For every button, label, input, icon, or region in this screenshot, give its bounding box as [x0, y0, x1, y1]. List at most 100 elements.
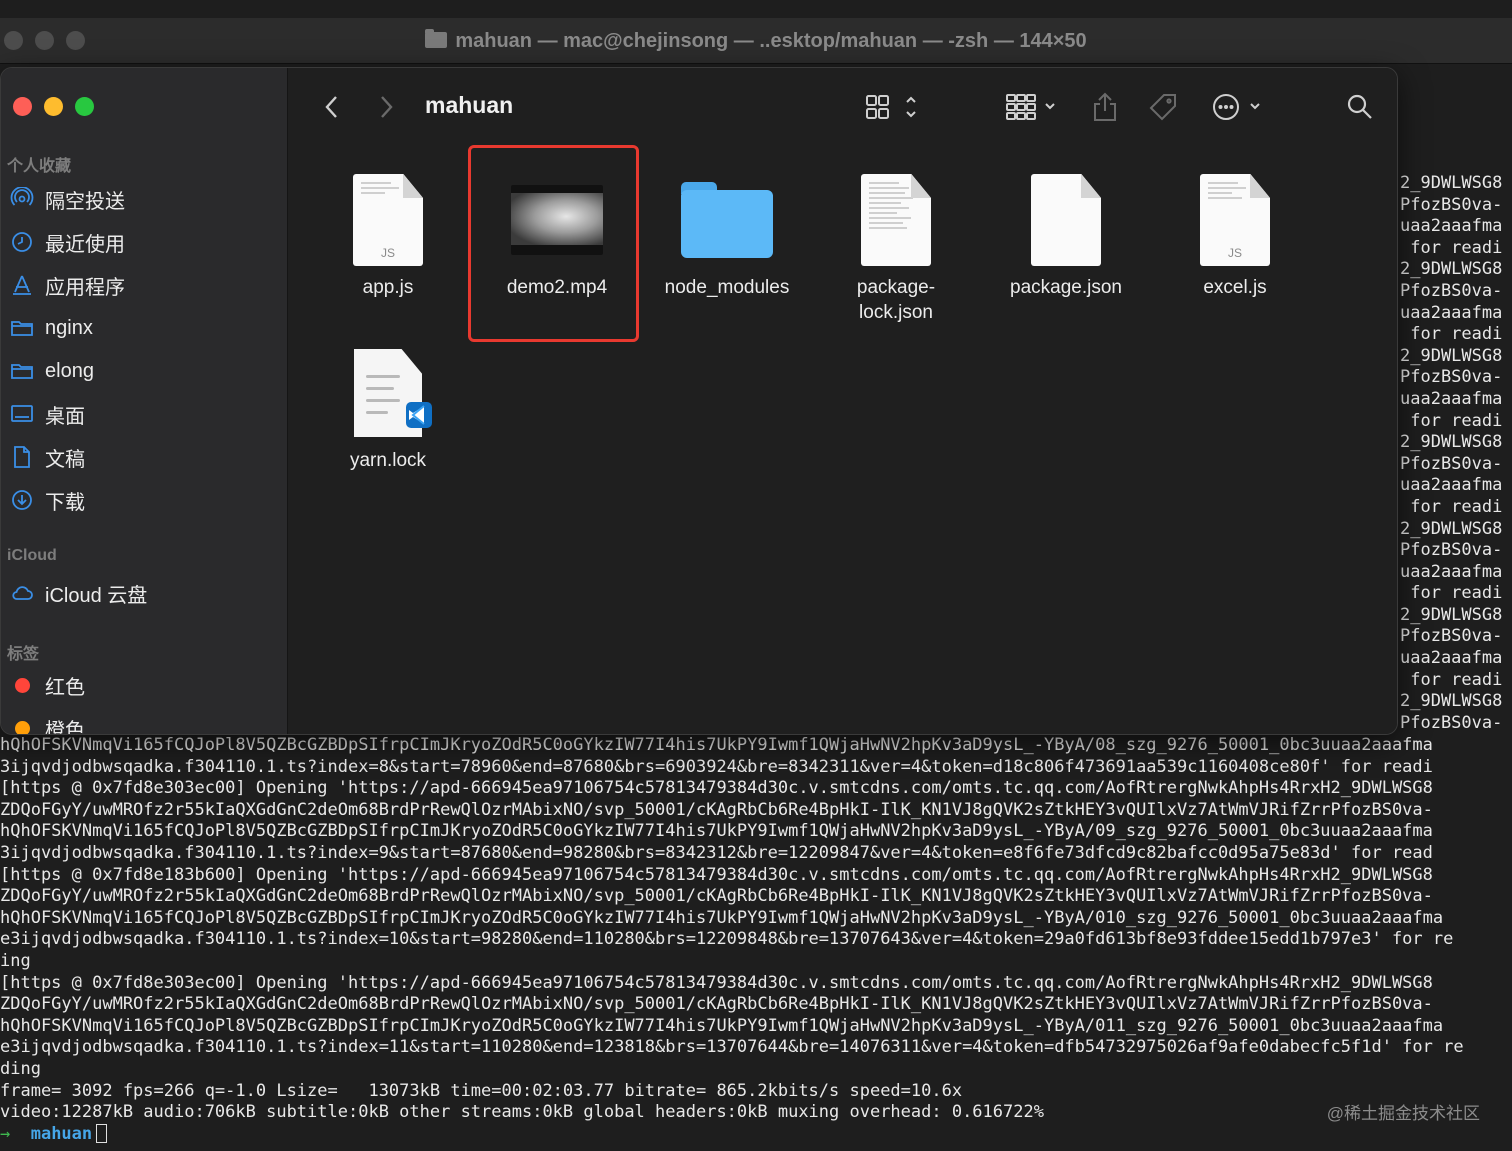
terminal-line: hQhOFSKVNmqVi165fCQJoPl8V5QZBcGZBDpSIfrp… [0, 1015, 1444, 1036]
prompt-arrow: → [0, 1123, 11, 1144]
back-button[interactable] [319, 90, 345, 124]
group-grid-icon [1006, 94, 1055, 120]
sidebar-item-desktop[interactable]: 桌面 [9, 397, 85, 431]
terminal-line: [https @ 0x7fd8e303ec00] Opening 'https:… [0, 778, 1433, 799]
group-by-button[interactable] [1005, 90, 1061, 124]
terminal-line-fragment: PfozBS0va- [1400, 453, 1503, 474]
close-button[interactable] [13, 97, 32, 116]
tag-icon [1149, 94, 1176, 121]
sidebar-item-downloads[interactable]: 下载 [9, 483, 85, 517]
sidebar-item-label: 文稿 [45, 448, 85, 471]
sidebar-item-airdrop[interactable]: 隔空投送 [9, 182, 125, 216]
terminal-line-fragment: 2_9DWLWSG8 [1400, 432, 1503, 453]
folder-title: mahuan [425, 92, 514, 118]
sidebar-item-label: elong [45, 359, 94, 382]
terminal-titlebar: mahuan — mac@chejinsong — ..esktop/mahua… [0, 18, 1512, 64]
terminal-line: frame= 3092 fps=266 q=-1.0 Lsize= 13073k… [0, 1080, 963, 1101]
zoom-button[interactable] [75, 97, 94, 116]
folder-icon [642, 165, 812, 275]
search-icon [1347, 94, 1372, 119]
chevron-left-icon [325, 96, 337, 118]
terminal-line: 3ijqvdjodbwsqadka.f304110.1.ts?index=8&s… [0, 756, 1433, 777]
terminal-line-fragment: 2_9DWLWSG8 [1400, 518, 1503, 539]
terminal-line: hQhOFSKVNmqVi165fCQJoPl8V5QZBcGZBDpSIfrp… [0, 821, 1433, 842]
tag-button[interactable] [1147, 90, 1179, 124]
terminal-line: [https @ 0x7fd8e303ec00] Opening 'https:… [0, 972, 1433, 993]
forward-button[interactable] [373, 90, 399, 124]
terminal-line-fragment: PfozBS0va- [1400, 367, 1503, 388]
sidebar-item-elong[interactable]: elong [9, 354, 94, 388]
sidebar-tag-orange[interactable]: 橙色 [9, 711, 85, 734]
sidebar-item-icloud-drive[interactable]: iCloud 云盘 [9, 576, 147, 610]
file-item[interactable]: package.json [981, 165, 1151, 300]
icloud-header: iCloud [7, 547, 57, 564]
sidebar-item-label: iCloud 云盘 [45, 584, 148, 607]
terminal-line: hQhOFSKVNmqVi165fCQJoPl8V5QZBcGZBDpSIfrp… [0, 735, 1433, 755]
terminal-line-fragment: 2_9DWLWSG8 [1400, 173, 1503, 193]
file-item[interactable]: package- lock.json [811, 165, 981, 325]
terminal-line: [https @ 0x7fd8e183b600] Opening 'https:… [0, 864, 1433, 885]
file-name: node_modules [664, 277, 790, 298]
terminal-line: e3ijqvdjodbwsqadka.f304110.1.ts?index=11… [0, 1037, 1464, 1058]
sidebar-item-label: 红色 [45, 676, 85, 699]
file-name: package- lock.json [856, 277, 936, 323]
file-name: excel.js [1203, 277, 1267, 298]
share-button[interactable] [1091, 90, 1119, 124]
terminal-line-fragment: for readi [1400, 324, 1503, 345]
terminal-line-fragment: for readi [1400, 237, 1503, 258]
sidebar-item-recents[interactable]: 最近使用 [9, 225, 125, 259]
terminal-line-fragment: for readi [1400, 583, 1503, 604]
json-file-icon [811, 165, 981, 275]
terminal-title-text: mahuan — mac@chejinsong — ..esktop/mahua… [455, 30, 1087, 52]
terminal-line-fragment: PfozBS0va- [1400, 712, 1503, 733]
terminal-prompt-line[interactable]: → mahuan [0, 1123, 1512, 1146]
terminal-line: ing [0, 950, 31, 971]
folder-icon [9, 359, 35, 383]
share-icon [1094, 92, 1116, 121]
tags-header: 标签 [7, 646, 40, 663]
terminal-line-fragment: PfozBS0va- [1400, 540, 1503, 561]
file-name: package.json [1010, 277, 1122, 298]
terminal-line-fragment: uaa2aaafma [1400, 388, 1503, 409]
terminal-line-fragment: PfozBS0va- [1400, 194, 1503, 215]
apps-icon [9, 273, 35, 297]
view-mode-button[interactable] [865, 90, 921, 124]
terminal-line-fragment: for readi [1400, 410, 1503, 431]
sidebar-item-documents[interactable]: 文稿 [9, 440, 85, 474]
terminal-line-fragment: 2_9DWLWSG8 [1400, 691, 1503, 712]
sidebar-item-nginx[interactable]: nginx [9, 311, 93, 345]
minimize-button[interactable] [44, 97, 63, 116]
file-item[interactable]: node_modules [642, 165, 812, 300]
terminal-line-fragment: uaa2aaafma [1400, 475, 1503, 496]
terminal-output[interactable]: hQhOFSKVNmqVi165fCQJoPl8V5QZBcGZBDpSIfrp… [0, 735, 1512, 1151]
finder-window-controls [13, 97, 94, 116]
prompt-directory: mahuan [10, 1123, 93, 1144]
search-button[interactable] [1345, 90, 1375, 124]
file-item[interactable]: yarn.lock [303, 338, 473, 473]
terminal-line-fragment: for readi [1400, 669, 1503, 690]
finder-window: 个人收藏 隔空投送 最近使用 应用程序 nginx elong 桌面 文稿 下载… [0, 67, 1398, 735]
document-icon [9, 445, 35, 469]
file-item[interactable]: JS excel.js [1150, 165, 1320, 300]
download-icon [9, 488, 35, 512]
terminal-line: hQhOFSKVNmqVi165fCQJoPl8V5QZBcGZBDpSIfrp… [0, 907, 1444, 928]
terminal-line: ZDQoFGyY/uwMROfz2r55kIaQXGdGnC2deOm68Brd… [0, 799, 1433, 820]
file-item[interactable]: demo2.mp4 [472, 165, 642, 300]
file-item[interactable]: JS app.js [303, 165, 473, 300]
terminal-line-fragment: 2_9DWLWSG8 [1400, 345, 1503, 366]
sidebar-item-label: 桌面 [45, 405, 85, 428]
sidebar-item-label: nginx [45, 316, 93, 339]
terminal-line: ZDQoFGyY/uwMROfz2r55kIaQXGdGnC2deOm68Brd… [0, 886, 1433, 907]
more-actions-button[interactable] [1211, 90, 1267, 124]
terminal-line-fragment: uaa2aaafma [1400, 302, 1503, 323]
json-file-icon [981, 165, 1151, 275]
sidebar-tag-red[interactable]: 红色 [9, 668, 85, 702]
file-name: demo2.mp4 [506, 277, 608, 298]
terminal-line-fragment: PfozBS0va- [1400, 626, 1503, 647]
sidebar-item-applications[interactable]: 应用程序 [9, 268, 125, 302]
file-name: yarn.lock [349, 450, 427, 471]
finder-sidebar: 个人收藏 隔空投送 最近使用 应用程序 nginx elong 桌面 文稿 下载… [1, 68, 288, 734]
sidebar-item-label: 最近使用 [45, 233, 125, 256]
chevron-right-icon [381, 96, 393, 118]
video-file-icon [472, 165, 642, 275]
